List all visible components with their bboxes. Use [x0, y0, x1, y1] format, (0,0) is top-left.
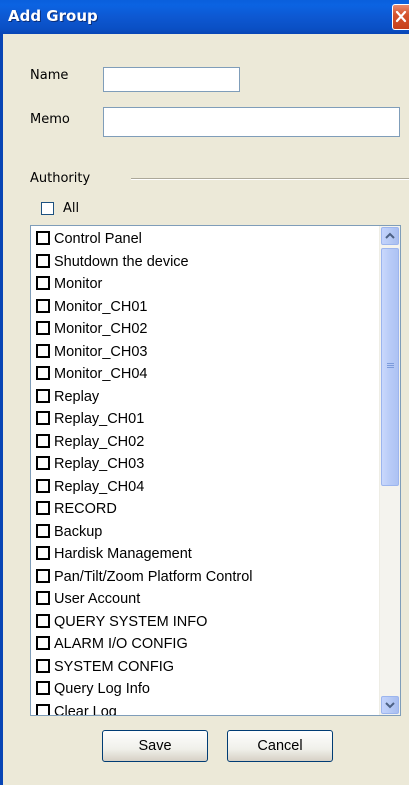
permission-label: ALARM I/O CONFIG: [54, 636, 188, 652]
permission-checkbox[interactable]: [36, 613, 50, 628]
permission-checkbox[interactable]: [36, 636, 50, 650]
permission-label: User Account: [54, 591, 141, 607]
permission-checkbox[interactable]: [36, 546, 50, 560]
permission-checkbox[interactable]: [36, 343, 50, 358]
close-button[interactable]: [392, 4, 409, 30]
permission-item[interactable]: Replay: [36, 386, 381, 409]
permission-item[interactable]: Monitor_CH01: [36, 296, 381, 319]
permission-checkbox[interactable]: [36, 568, 50, 583]
permissions-items: Control Panel Shutdown the device Monitor M…: [36, 228, 381, 716]
chevron-up-icon: [385, 232, 395, 239]
permission-checkbox[interactable]: [36, 456, 50, 470]
permission-item[interactable]: QUERY SYSTEM INFO: [36, 611, 381, 634]
window-border: [0, 34, 3, 785]
permission-label: Replay_CH03: [54, 456, 145, 472]
permission-item[interactable]: Backup: [36, 521, 381, 544]
permission-label: Shutdown the device: [54, 253, 189, 270]
permission-label: Replay_CH02: [54, 433, 145, 450]
permission-item[interactable]: Shutdown the device: [36, 251, 381, 274]
permission-label: Replay: [54, 388, 100, 405]
permission-checkbox[interactable]: [36, 681, 50, 695]
permission-checkbox[interactable]: [36, 501, 50, 515]
permission-checkbox[interactable]: [36, 276, 50, 290]
permission-item[interactable]: SYSTEM CONFIG: [36, 656, 381, 679]
save-button[interactable]: Save: [102, 730, 208, 762]
permission-label: Monitor_CH01: [54, 298, 148, 315]
permission-item[interactable]: Clear Log: [36, 701, 381, 716]
vertical-scrollbar[interactable]: [379, 226, 400, 715]
permission-label: Monitor_CH04: [54, 366, 148, 382]
permission-checkbox[interactable]: [36, 591, 50, 605]
permission-item[interactable]: Replay_CH02: [36, 431, 381, 454]
permission-label: Control Panel: [54, 231, 142, 247]
permission-label: SYSTEM CONFIG: [54, 658, 175, 675]
chevron-down-icon: [385, 702, 395, 709]
permission-item[interactable]: User Account: [36, 588, 381, 611]
permission-checkbox[interactable]: [36, 321, 50, 335]
permission-label: Replay_CH01: [54, 411, 145, 427]
thumb-grip: [387, 365, 394, 366]
name-input[interactable]: [103, 67, 240, 92]
authority-divider: [131, 178, 409, 180]
permission-checkbox[interactable]: [36, 366, 50, 380]
scroll-up-button[interactable]: [381, 227, 399, 245]
permission-label: Monitor: [54, 276, 103, 292]
close-icon: [395, 10, 407, 23]
permission-item[interactable]: ALARM I/O CONFIG: [36, 633, 381, 656]
scroll-down-button[interactable]: [381, 696, 399, 714]
memo-label: Memo: [30, 112, 70, 127]
thumb-grip: [387, 367, 394, 368]
permission-label: RECORD: [54, 501, 117, 517]
permission-item[interactable]: Monitor_CH04: [36, 363, 381, 386]
permission-label: Clear Log: [54, 703, 117, 716]
permission-item[interactable]: Replay_CH01: [36, 408, 381, 431]
permission-item[interactable]: Monitor_CH02: [36, 318, 381, 341]
permission-checkbox[interactable]: [36, 523, 50, 538]
permission-checkbox[interactable]: [36, 388, 50, 403]
permission-checkbox[interactable]: [36, 253, 50, 268]
permission-checkbox[interactable]: [36, 298, 50, 313]
permission-label: Replay_CH04: [54, 478, 145, 495]
permission-label: Hardisk Management: [54, 546, 192, 562]
permission-item[interactable]: Pan/Tilt/Zoom Platform Control: [36, 566, 381, 589]
permission-label: Pan/Tilt/Zoom Platform Control: [54, 568, 253, 585]
permissions-list[interactable]: Control Panel Shutdown the device Monitor M…: [30, 225, 401, 716]
name-label: Name: [30, 68, 69, 83]
all-label: All: [63, 201, 80, 216]
permission-item[interactable]: Monitor: [36, 273, 381, 296]
permission-checkbox[interactable]: [36, 433, 50, 448]
permission-label: Query Log Info: [54, 681, 150, 697]
permission-checkbox[interactable]: [36, 231, 50, 245]
permission-label: Monitor_CH03: [54, 343, 148, 360]
permission-label: QUERY SYSTEM INFO: [54, 613, 208, 630]
window-title: Add Group: [8, 7, 98, 25]
permission-item[interactable]: Monitor_CH03: [36, 341, 381, 364]
permission-item[interactable]: Replay_CH04: [36, 476, 381, 499]
permission-checkbox[interactable]: [36, 658, 50, 673]
thumb-grip: [387, 363, 394, 364]
permission-label: Monitor_CH02: [54, 321, 148, 337]
permission-label: Backup: [54, 523, 103, 540]
permission-item[interactable]: Query Log Info: [36, 678, 381, 701]
permission-item[interactable]: Hardisk Management: [36, 543, 381, 566]
permission-item[interactable]: Control Panel: [36, 228, 381, 251]
permission-checkbox[interactable]: [36, 411, 50, 425]
memo-input[interactable]: [103, 107, 400, 137]
permission-checkbox[interactable]: [36, 478, 50, 493]
title-bar: Add Group: [0, 0, 409, 34]
cancel-button[interactable]: Cancel: [227, 730, 333, 762]
scroll-thumb[interactable]: [381, 248, 399, 486]
authority-label: Authority: [30, 171, 91, 186]
permission-item[interactable]: RECORD: [36, 498, 381, 521]
permission-item[interactable]: Replay_CH03: [36, 453, 381, 476]
permission-checkbox[interactable]: [36, 703, 50, 715]
all-checkbox[interactable]: [41, 202, 54, 215]
